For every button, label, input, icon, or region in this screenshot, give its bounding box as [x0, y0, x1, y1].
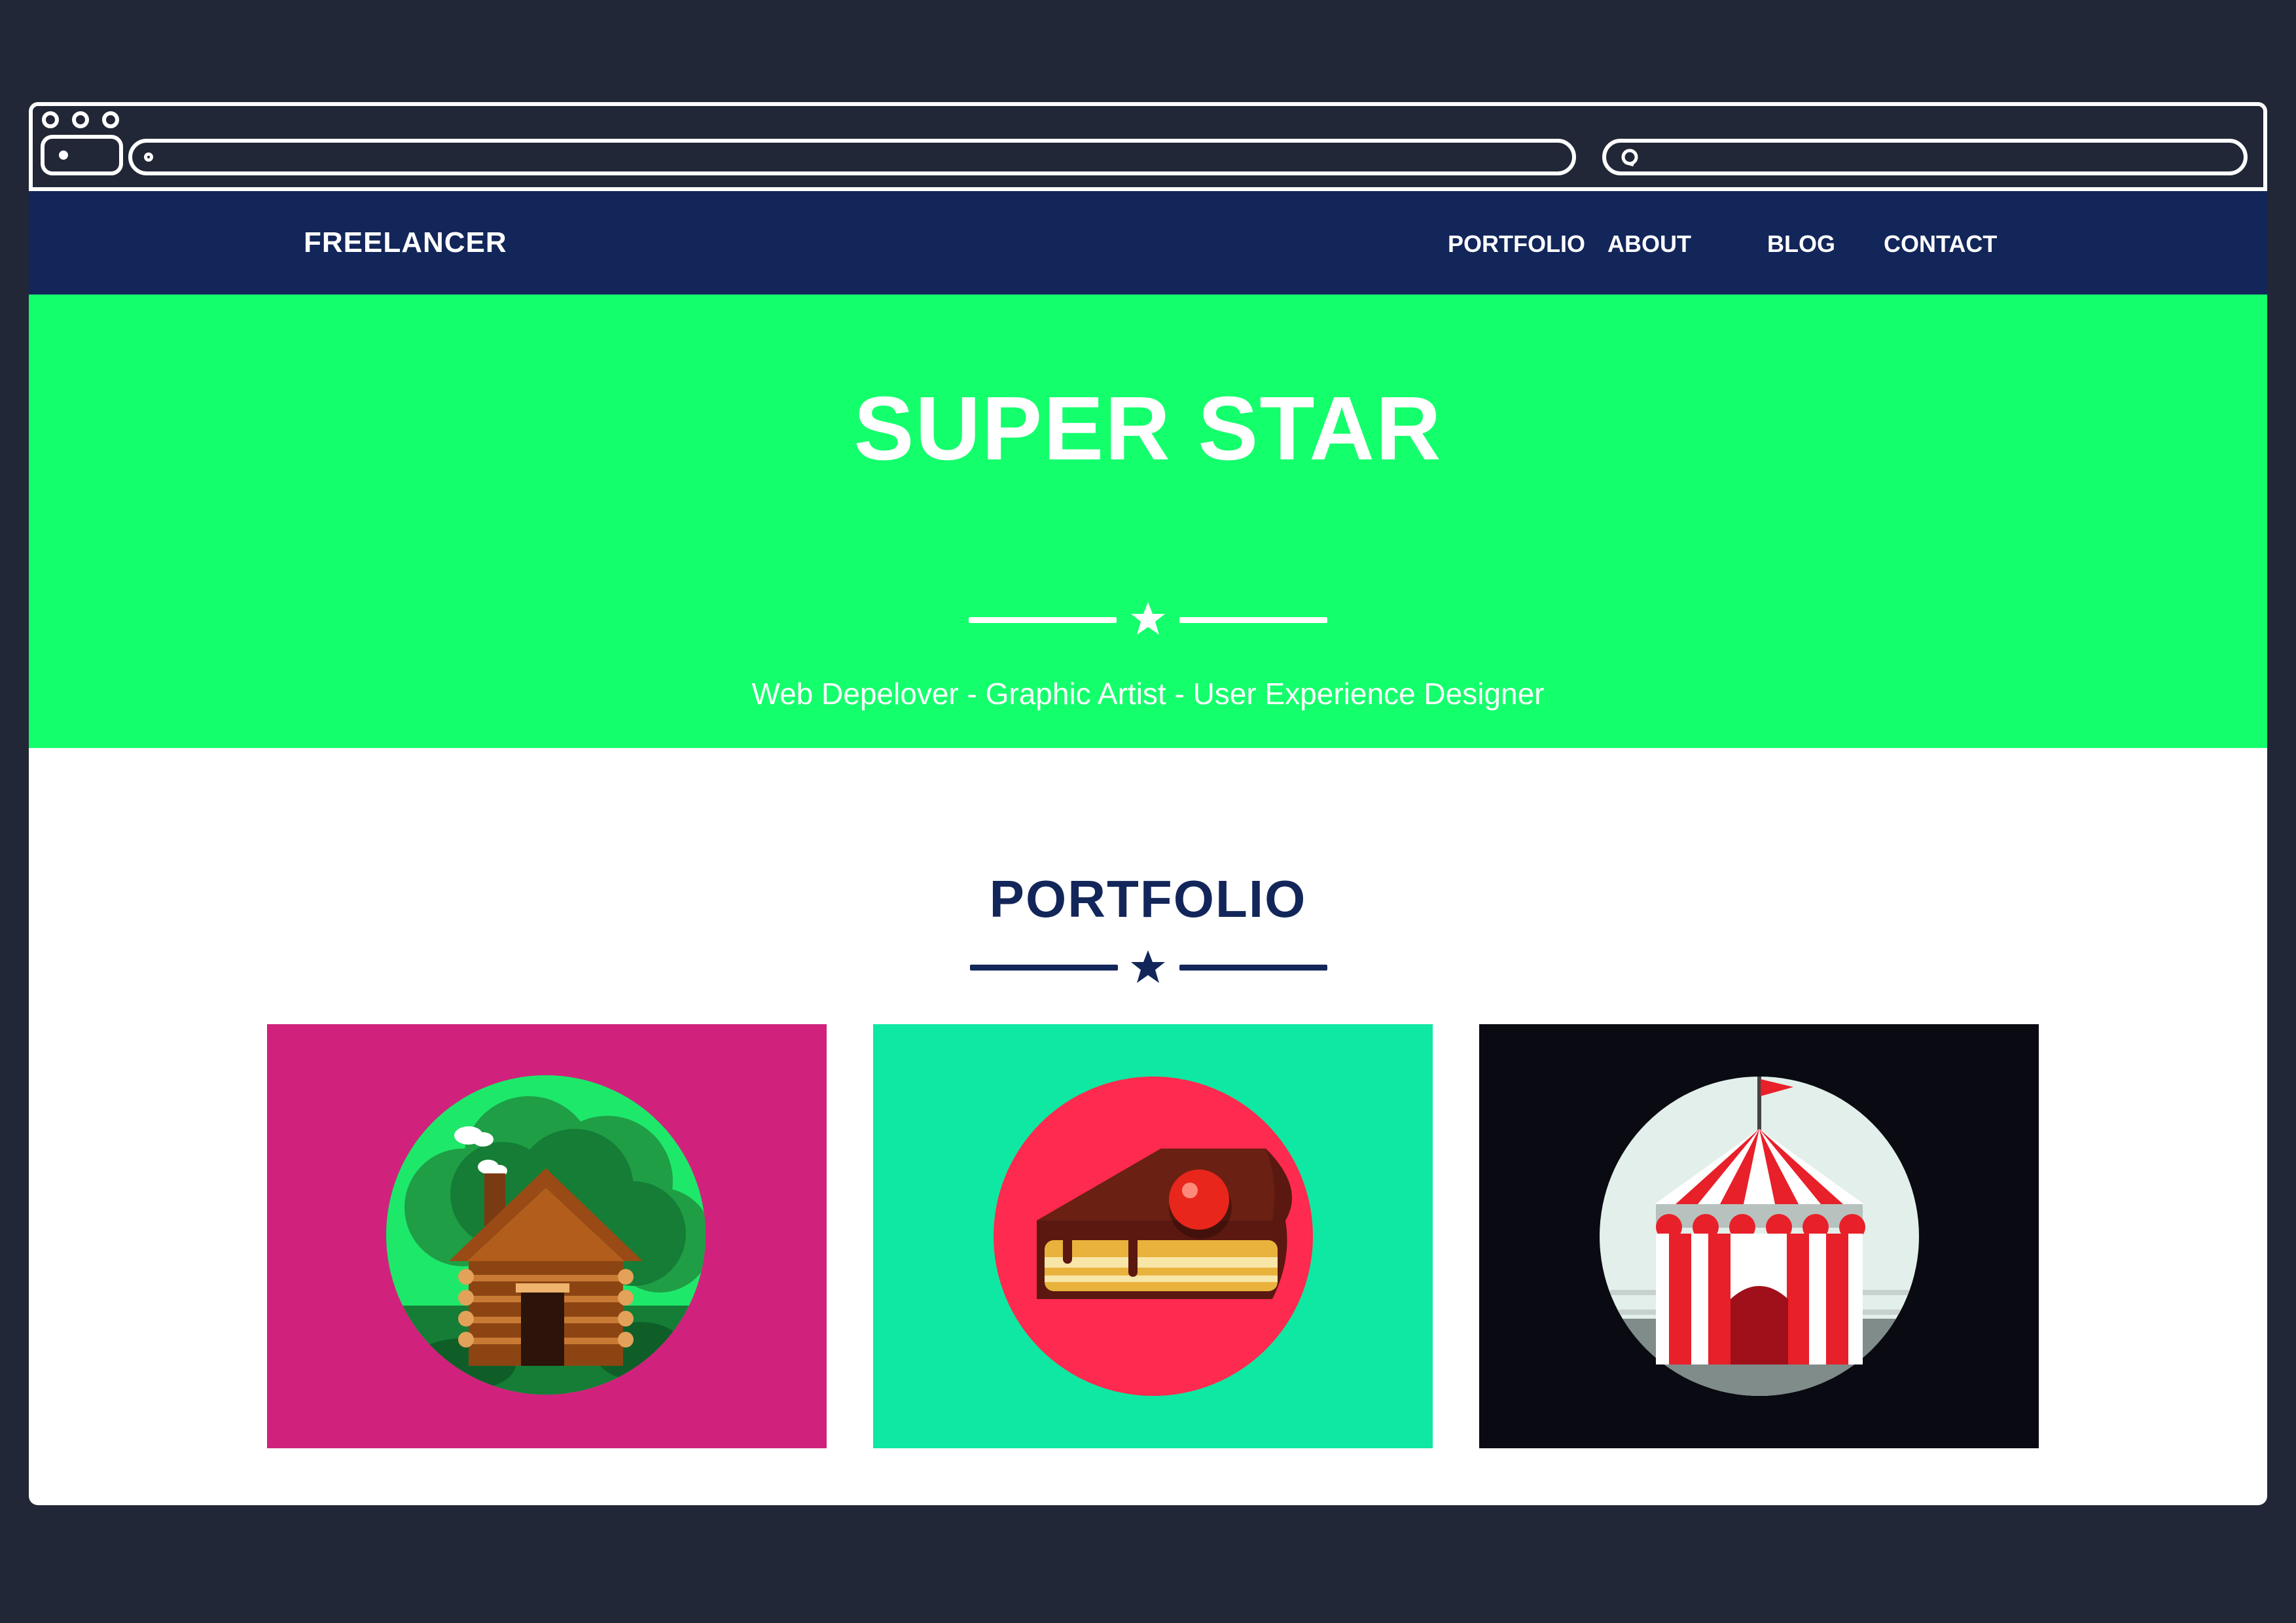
- portfolio-heading: PORTFOLIO: [989, 870, 1307, 928]
- portfolio-item-cake[interactable]: [873, 1024, 1433, 1448]
- portfolio-divider-right: [1179, 965, 1327, 971]
- address-bar[interactable]: [128, 139, 1576, 175]
- hero-divider-right: [1179, 617, 1327, 623]
- portfolio-item-cabin[interactable]: [267, 1024, 827, 1448]
- window-control-close-icon[interactable]: [42, 111, 59, 128]
- star-icon: [1131, 602, 1165, 635]
- brand-logo[interactable]: FREELANCER: [304, 191, 507, 294]
- browser-window: FREELANCER PORTFOLIO ABOUT BLOG CONTACT …: [29, 102, 2267, 1505]
- search-bar[interactable]: [1602, 139, 2248, 175]
- portfolio-divider-left: [970, 965, 1118, 971]
- circus-tent-icon: [1600, 1077, 1919, 1396]
- site-navbar: FREELANCER PORTFOLIO ABOUT BLOG CONTACT: [29, 191, 2267, 294]
- tab-favicon-icon: [59, 151, 68, 160]
- nav-link-contact[interactable]: CONTACT: [1884, 191, 1997, 294]
- window-control-minimize-icon[interactable]: [72, 111, 89, 128]
- nav-link-portfolio[interactable]: PORTFOLIO: [1448, 191, 1585, 294]
- window-control-maximize-icon[interactable]: [102, 111, 119, 128]
- log-cabin-icon: [386, 1075, 706, 1395]
- address-bar-site-icon: [144, 152, 153, 162]
- hero-title: SUPER STAR: [853, 378, 1443, 479]
- browser-chrome: [29, 102, 2267, 191]
- nav-link-blog[interactable]: BLOG: [1767, 191, 1835, 294]
- search-icon: [1621, 149, 1638, 167]
- nav-link-about[interactable]: ABOUT: [1607, 191, 1691, 294]
- browser-tab[interactable]: [41, 135, 123, 175]
- portfolio-item-circus[interactable]: [1479, 1024, 2039, 1448]
- star-icon: [1131, 950, 1165, 983]
- hero-section: SUPER STAR Web Depelover - Graphic Artis…: [29, 294, 2267, 748]
- hero-divider-left: [969, 617, 1117, 623]
- hero-subtitle: Web Depelover - Graphic Artist - User Ex…: [751, 677, 1545, 711]
- cake-slice-icon: [994, 1077, 1313, 1396]
